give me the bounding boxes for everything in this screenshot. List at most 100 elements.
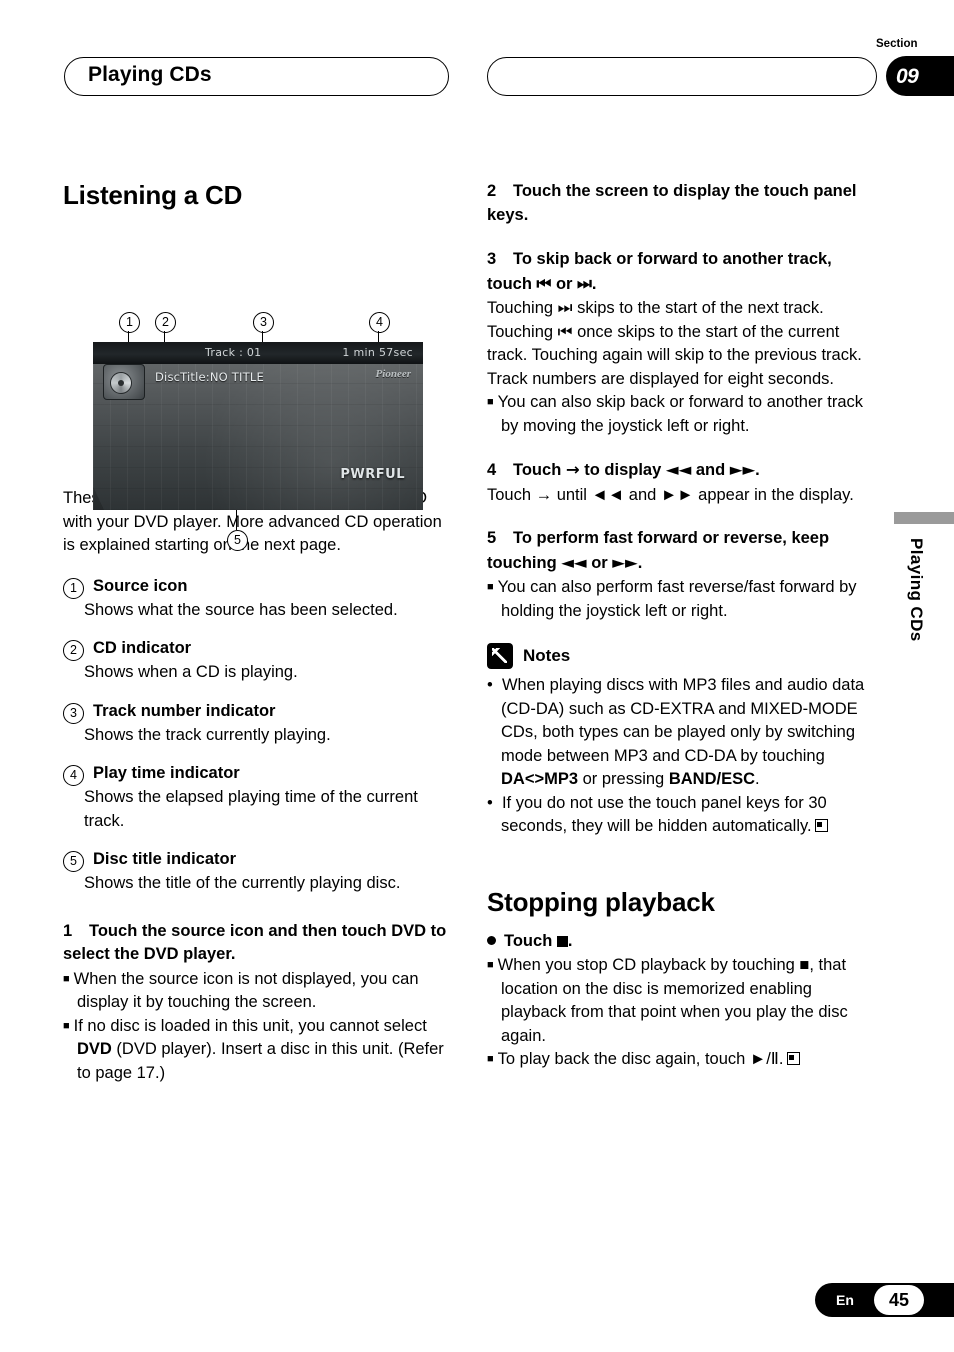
item-desc-3: Shows the track currently playing.	[84, 725, 331, 744]
footer-page-number: 45	[874, 1285, 924, 1315]
header-right-pill	[487, 57, 877, 96]
list-item: 3 Track number indicator Shows the track…	[63, 700, 453, 748]
item-number-3: 3	[63, 702, 84, 724]
step-4-heading: 4 Touch → to display ◄◄ and ►►.	[487, 458, 877, 483]
stopping-touch-label: Touch	[504, 931, 557, 950]
item-desc-2: Shows when a CD is playing.	[84, 663, 298, 681]
round-bullet-icon	[487, 935, 496, 945]
side-tab-label: Playing CDs	[907, 538, 926, 642]
square-bullet-icon: ■	[63, 972, 74, 985]
note-item-1-text-a: When playing discs with MP3 files and au…	[501, 676, 865, 765]
item-desc-4: Shows the elapsed playing time of the cu…	[84, 788, 418, 830]
document-page: Playing CDs Section 09 Playing CDs Liste…	[0, 0, 954, 1352]
fast-forward-icon: ►►	[612, 552, 638, 572]
item-heading-3: Track number indicator	[93, 701, 276, 720]
item-desc-5: Shows the title of the currently playing…	[84, 874, 401, 892]
item-heading-2: CD indicator	[93, 639, 192, 657]
stop-square-icon	[556, 935, 568, 947]
step-3-text-mid: or	[551, 274, 578, 293]
step-3-body: Touching ⏭ skips to the start of the nex…	[487, 299, 862, 364]
screen-track-label: Track : 01	[205, 346, 262, 359]
step-1-bullet-2-text-a: If no disc is loaded in this unit, you c…	[73, 1016, 427, 1035]
step-2-heading: 2 Touch the screen to display the touch p…	[487, 180, 877, 227]
step-1-number: 1	[63, 921, 73, 940]
stopping-touch-instruction: Touch .	[487, 930, 877, 954]
step-2-text: Touch the screen to display the touch pa…	[487, 182, 857, 224]
pioneer-logo: Pioneer	[375, 368, 411, 380]
page-title: Listening a CD	[63, 180, 243, 210]
cd-disc-icon	[110, 372, 132, 394]
step-3-bullet-text: You can also skip back or forward to ano…	[497, 393, 863, 435]
step-1-heading: 1 Touch the source icon and then touch DV…	[63, 920, 453, 967]
callout-4: 4	[369, 312, 390, 333]
step-3-number: 3	[487, 250, 497, 268]
device-screen-image: Track : 01 1 min 57sec DiscTitle:NO TITL…	[93, 342, 423, 510]
item-number-5: 5	[63, 851, 84, 872]
item-heading-5: Disc title indicator	[93, 850, 237, 868]
section-label: Section	[876, 38, 918, 50]
stopping-bullet-1: ■When you stop CD playback by touching ■…	[487, 954, 877, 1048]
note-item-1-text-b: or pressing	[578, 770, 669, 788]
step-1-bullet-2-bold: DVD	[77, 1040, 112, 1058]
step-4-text-mid: and	[691, 461, 730, 479]
callout-3: 3	[253, 312, 274, 333]
page-header-title: Playing CDs	[88, 63, 212, 86]
notes-pencil-icon	[487, 643, 513, 669]
callout-5: 5	[227, 530, 248, 551]
list-item: 1 Source icon Shows what the source has …	[63, 575, 453, 623]
step-2-number: 2	[487, 182, 497, 200]
callout-2: 2	[155, 312, 176, 333]
square-bullet-icon: ■	[487, 1053, 498, 1065]
item-desc-1: Shows what the source has been selected.	[84, 600, 398, 619]
step-5-number: 5	[487, 529, 497, 547]
step-3-heading: 3 To skip back or forward to another trac…	[487, 248, 877, 296]
note-item-1-text-c: .	[755, 770, 760, 788]
notes-title: Notes	[523, 646, 571, 665]
item-heading-1: Source icon	[93, 576, 188, 595]
stopping-bullet-2-text: To play back the disc again, touch ►/Ⅱ.	[497, 1050, 784, 1068]
step-5-bullet: ■You can also perform fast reverse/fast …	[487, 576, 877, 623]
step-5-text-mid: or	[586, 553, 613, 572]
step-5-heading: 5 To perform fast forward or reverse, kee…	[487, 527, 877, 575]
note-item-2: • If you do not use the touch panel keys…	[487, 793, 828, 836]
section-badge: 09	[886, 56, 954, 96]
step-4-text-c: .	[755, 461, 760, 479]
stopping-bullet-2: ■To play back the disc again, touch ►/Ⅱ.	[487, 1048, 877, 1072]
step-3-text-b: .	[591, 274, 597, 293]
left-column: Listening a CD 1 2 3 4 5 Track : 01 1 mi…	[63, 180, 453, 1085]
step-4-body: Touch → until ◄◄ and ►► appear in the di…	[487, 485, 854, 504]
step-5-text-a: To perform fast forward or reverse, keep…	[487, 529, 830, 572]
cd-screen-figure: 1 2 3 4 5 Track : 01 1 min 57sec DiscTit…	[63, 227, 453, 551]
end-mark-icon	[786, 1052, 800, 1065]
step-1-bullet-2: ■If no disc is loaded in this unit, you …	[63, 1015, 453, 1086]
list-item: 5 Disc title indicator Shows the title o…	[63, 848, 453, 896]
step-5-bullet-text: You can also perform fast reverse/fast f…	[497, 578, 857, 620]
step-1-bullet-2-text-b: (DVD player). Insert a disc in this unit…	[77, 1040, 444, 1082]
note-item-1: • When playing discs with MP3 files and …	[487, 676, 865, 788]
end-mark-icon	[814, 819, 828, 832]
sound-mode-label: PWRFUL	[340, 467, 405, 482]
notes-header: Notes	[487, 643, 877, 669]
step-4-text-a: Touch	[513, 461, 566, 479]
screen-top-bar: Track : 01 1 min 57sec	[93, 342, 423, 364]
step-4-text-b: to display	[579, 461, 666, 479]
source-icon	[103, 364, 145, 400]
screen-play-time: 1 min 57sec	[342, 346, 413, 359]
square-bullet-icon: ■	[63, 1019, 74, 1032]
footer-language: En	[836, 1292, 854, 1308]
stopping-playback-title: Stopping playback	[487, 886, 715, 917]
step-5-text-b: .	[637, 553, 643, 572]
step-3-body-2: Track numbers are displayed for eight se…	[487, 369, 834, 388]
step-1-text: Touch the source icon and then touch DVD…	[63, 921, 447, 964]
fast-forward-icon: ►►	[729, 460, 756, 479]
side-tab-bar	[894, 512, 954, 524]
square-bullet-icon: ■	[487, 959, 498, 971]
callout-1: 1	[119, 312, 140, 333]
square-bullet-icon: ■	[487, 396, 498, 408]
screen-disc-title: DiscTitle:NO TITLE	[155, 370, 264, 384]
arrow-right-icon: →	[565, 460, 580, 479]
note-item-2-text: If you do not use the touch panel keys f…	[501, 793, 827, 836]
step-1-bullet-1: ■When the source icon is not displayed, …	[63, 968, 453, 1015]
item-number-4: 4	[63, 765, 84, 786]
item-heading-4: Play time indicator	[93, 764, 240, 782]
